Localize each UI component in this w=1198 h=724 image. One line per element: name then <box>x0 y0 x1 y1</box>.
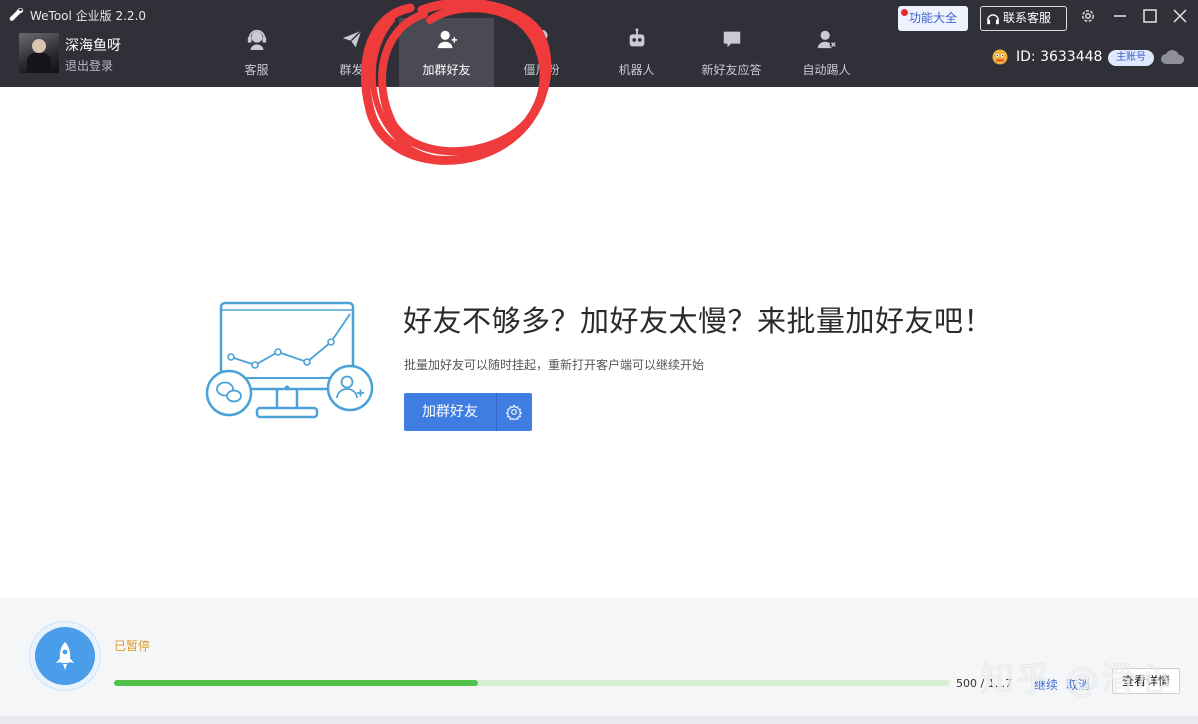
app-title: WeTool 企业版 2.2.0 <box>30 9 147 23</box>
send-icon <box>342 30 362 48</box>
main-nav: 客服 群发 加群好友 僵尸粉 机器人 新好友应答 自动踢人 <box>209 18 874 87</box>
close-icon[interactable] <box>1171 7 1189 25</box>
nav-item-customer-service[interactable]: 客服 <box>209 18 304 87</box>
rocket-badge <box>35 627 95 685</box>
avatar[interactable] <box>19 33 59 73</box>
main-content <box>0 87 1198 598</box>
page-headline: 好友不够多？加好友太慢？来批量加好友吧！ <box>403 304 994 338</box>
account-id: ID: 3633448 <box>1016 49 1103 65</box>
bottom-strip <box>0 716 1198 724</box>
watermark: 知乎 @滑心 <box>980 660 1173 700</box>
nav-label: 僵尸粉 <box>523 63 560 77</box>
nav-item-zombie-fans[interactable]: 僵尸粉 <box>494 18 589 87</box>
support-label: 联系客服 <box>1003 11 1052 25</box>
wetool-window: WeTool 企业版 2.2.0 深海鱼呀 退出登录 客服 群发 加群好友 僵尸… <box>0 0 1198 724</box>
nav-item-new-friend-reply[interactable]: 新好友应答 <box>684 18 779 87</box>
nav-item-robot[interactable]: 机器人 <box>589 18 684 87</box>
customer-service-icon <box>247 29 267 50</box>
add-group-friends-button[interactable]: 加群好友 <box>404 393 497 431</box>
headset-icon <box>987 14 999 25</box>
progress-bar <box>114 680 950 686</box>
minimize-icon[interactable] <box>1111 7 1129 25</box>
emoji-face-icon <box>992 49 1008 65</box>
add-friends-settings-button[interactable] <box>497 393 532 431</box>
monitor-growth-illustration <box>205 301 374 419</box>
nav-item-broadcast[interactable]: 群发 <box>304 18 399 87</box>
contact-support-button[interactable]: 联系客服 <box>980 6 1067 31</box>
nav-item-add-group-friends[interactable]: 加群好友 <box>399 18 494 87</box>
zombie-icon <box>534 29 550 50</box>
nav-label: 自动踢人 <box>802 63 851 77</box>
nav-label: 客服 <box>244 63 269 77</box>
cloud-icon[interactable] <box>1160 47 1186 65</box>
notification-dot <box>901 9 908 16</box>
add-friend-icon <box>437 30 458 49</box>
account-type-badge: 主账号 <box>1108 50 1154 66</box>
nav-item-auto-kick[interactable]: 自动踢人 <box>779 18 874 87</box>
features-label: 功能大全 <box>908 11 957 25</box>
features-button[interactable]: 功能大全 <box>898 6 968 31</box>
nav-label: 机器人 <box>618 63 655 77</box>
nav-label: 加群好友 <box>422 63 471 77</box>
user-name: 深海鱼呀 <box>65 38 121 54</box>
settings-gear-icon[interactable] <box>1079 7 1097 25</box>
nav-label: 新好友应答 <box>701 63 762 77</box>
task-status-text: 已暂停 <box>114 639 151 653</box>
top-bar: WeTool 企业版 2.2.0 深海鱼呀 退出登录 客服 群发 加群好友 僵尸… <box>0 0 1198 87</box>
nav-label: 群发 <box>339 63 364 77</box>
logout-link[interactable]: 退出登录 <box>65 57 113 74</box>
kick-user-icon <box>817 30 838 49</box>
chat-bubble-icon <box>723 31 741 48</box>
maximize-icon[interactable] <box>1141 7 1159 25</box>
robot-icon <box>629 28 645 47</box>
wrench-icon <box>9 8 24 21</box>
progress-fill <box>114 680 478 686</box>
gear-icon <box>506 404 522 420</box>
add-group-friends-split-button: 加群好友 <box>404 393 532 431</box>
page-subtext: 批量加好友可以随时挂起，重新打开客户端可以继续开始 <box>404 358 705 372</box>
rocket-icon <box>56 642 74 670</box>
